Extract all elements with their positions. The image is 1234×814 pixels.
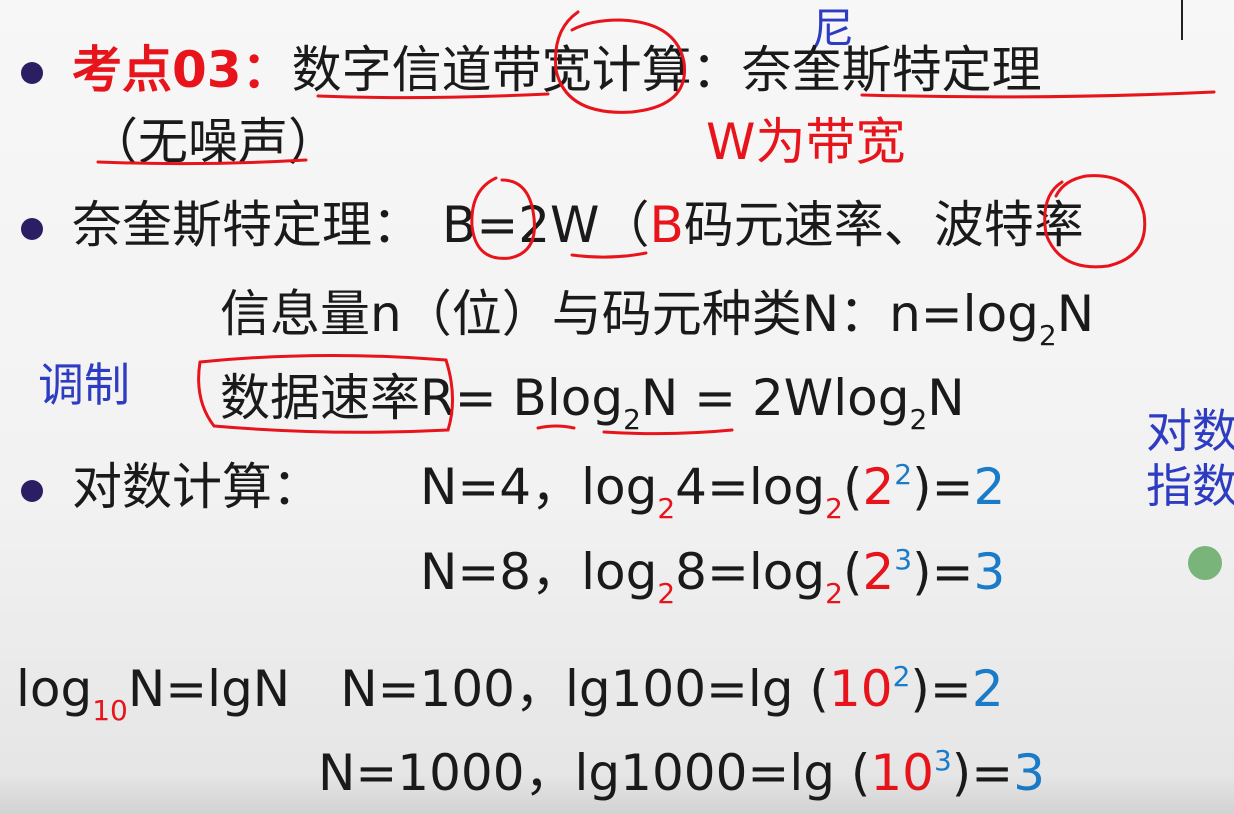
info-prefix: 信息量n（位）与码元种类N：n=log bbox=[220, 285, 1039, 343]
data-rate-b1: 2 bbox=[623, 403, 641, 436]
data-rate-b2: 2 bbox=[909, 403, 928, 436]
lg-row1-exp: 2 bbox=[892, 660, 911, 693]
row1-pow-base: 2 bbox=[862, 458, 895, 516]
row1-close: )= bbox=[912, 458, 974, 516]
cursor-line bbox=[1181, 0, 1183, 40]
lg-row1-pow-base: 10 bbox=[828, 660, 893, 718]
row2-mid: 8=log bbox=[675, 543, 826, 601]
lg-row1-n: N=100，lg100=lg ( bbox=[340, 660, 829, 718]
row2-n: N=8，log bbox=[420, 543, 658, 601]
annotation-ni: 尼 bbox=[812, 4, 855, 53]
log-calc-label: 对数计算： bbox=[72, 458, 322, 516]
info-line: 信息量n（位）与码元种类N：n=log2N bbox=[220, 289, 1094, 350]
log-calc-row-2: N=8，log28=log2(23)=3 bbox=[420, 546, 1005, 608]
data-rate-label: 数据速率 bbox=[220, 369, 420, 427]
bullet-3 bbox=[21, 480, 43, 502]
bottom-shadow bbox=[0, 774, 1234, 814]
row1-exp: 2 bbox=[894, 458, 913, 491]
nyquist-formula-b: B bbox=[442, 196, 477, 254]
topic-line: 考点03：数字信道带宽计算：奈奎斯特定理 bbox=[72, 45, 1042, 95]
row1-mid: 4=log bbox=[675, 458, 826, 516]
lg-def-base: 10 bbox=[92, 694, 128, 727]
row2-pow-base: 2 bbox=[862, 543, 895, 601]
data-rate-line: 数据速率R= Blog2N = 2Wlog2N bbox=[220, 373, 965, 434]
row1-result: 2 bbox=[973, 458, 1006, 516]
bullet-2 bbox=[21, 218, 43, 240]
row1-open: ( bbox=[842, 458, 863, 516]
nyquist-paren: （ bbox=[599, 196, 650, 254]
row2-exp: 3 bbox=[894, 543, 913, 576]
lg-def-post: N=lgN bbox=[127, 660, 291, 718]
lg-row1-result: 2 bbox=[971, 660, 1004, 718]
row1-n: N=4，log bbox=[420, 458, 658, 516]
log-calc-row-1: N=4，log24=log2(22)=2 bbox=[420, 461, 1005, 523]
nyquist-symbol-b: B bbox=[649, 196, 684, 254]
w-bandwidth-text: W为带宽 bbox=[706, 113, 906, 171]
annotation-w-bandwidth: W为带宽 bbox=[706, 117, 905, 167]
data-rate-f2: N = 2Wlog bbox=[640, 369, 910, 427]
lg-def-pre: log bbox=[16, 660, 93, 718]
annotation-right-2: 指数 bbox=[1146, 459, 1234, 513]
pen-icon[interactable] bbox=[1188, 546, 1222, 580]
nyquist-baud-text: 码元速率、波特率 bbox=[683, 196, 1084, 254]
annotation-modulation: 调制 bbox=[38, 358, 130, 412]
bullet-1 bbox=[21, 62, 43, 84]
nyquist-formula-eq: =2W bbox=[476, 196, 600, 254]
row1-base: 2 bbox=[657, 492, 676, 525]
topic-title: 数字信道带宽计算：奈奎斯特定理 bbox=[291, 41, 1042, 99]
row1-base2: 2 bbox=[825, 492, 843, 525]
info-suffix: N bbox=[1056, 285, 1095, 343]
row2-close: )= bbox=[912, 543, 974, 601]
nyquist-label: 奈奎斯特定理： bbox=[72, 196, 422, 254]
topic-label: 考点03： bbox=[72, 41, 292, 99]
lg-line-1: log10N=lgN N=100，lg100=lg (102)=2 bbox=[16, 663, 1004, 725]
lg-row2-exp: 3 bbox=[933, 744, 952, 777]
data-rate-f3: N bbox=[927, 369, 965, 427]
annotation-right-1: 对数 bbox=[1146, 404, 1234, 458]
lg-row1-close: )= bbox=[910, 660, 972, 718]
row2-base: 2 bbox=[657, 577, 676, 610]
nyquist-line: 奈奎斯特定理： B=2W（B码元速率、波特率 bbox=[72, 200, 1084, 250]
row2-result: 3 bbox=[973, 543, 1006, 601]
row2-base2: 2 bbox=[825, 577, 843, 610]
info-base: 2 bbox=[1038, 319, 1057, 352]
row2-open: ( bbox=[842, 543, 863, 601]
topic-subtitle: （无噪声） bbox=[88, 113, 338, 171]
data-rate-f1: R= Blog bbox=[420, 369, 624, 427]
